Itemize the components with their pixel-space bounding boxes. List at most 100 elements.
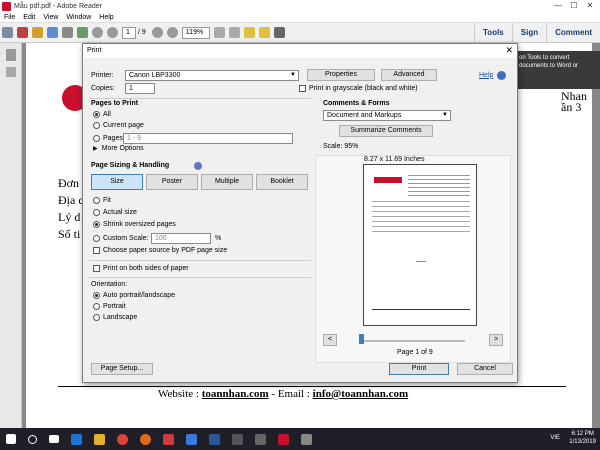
menu-help[interactable]: Help (99, 14, 113, 21)
page-slider-thumb[interactable] (359, 334, 364, 344)
footer-site[interactable]: toannhan.com (202, 388, 269, 400)
app-icon[interactable] (255, 433, 266, 445)
next-page-button[interactable]: > (489, 334, 503, 346)
pages-radio[interactable] (93, 135, 100, 142)
print-icon[interactable] (62, 27, 73, 38)
file-explorer-icon[interactable] (94, 433, 105, 445)
size-tab[interactable]: Size (91, 174, 143, 190)
triangle-right-icon[interactable]: ▶ (93, 145, 98, 152)
properties-button[interactable]: Properties (307, 69, 375, 81)
windows-start-icon[interactable] (6, 434, 16, 444)
zoom-out-icon[interactable] (151, 27, 163, 38)
actual-size-label: Actual size (103, 209, 137, 216)
search-icon[interactable] (28, 434, 37, 444)
both-sides-checkbox[interactable] (93, 265, 100, 272)
app-icon[interactable] (232, 433, 243, 445)
grayscale-checkbox[interactable] (299, 85, 306, 92)
menu-window[interactable]: Window (66, 14, 91, 21)
portrait-radio[interactable] (93, 303, 100, 310)
landscape-radio[interactable] (93, 314, 100, 321)
sign-button[interactable]: Sign (511, 23, 546, 43)
page-down-icon[interactable] (107, 27, 118, 38)
fit-width-icon[interactable] (228, 27, 240, 38)
custom-scale-input[interactable]: 100 (151, 233, 211, 244)
preview-mark (416, 261, 426, 262)
open-icon[interactable] (2, 27, 13, 38)
all-radio[interactable] (93, 111, 100, 118)
chrome-icon[interactable] (117, 433, 128, 445)
printer-label: Printer: (91, 71, 114, 79)
preview-logo (374, 177, 402, 183)
help-icon[interactable] (497, 70, 507, 80)
attachments-icon[interactable] (5, 67, 16, 77)
navigation-pane (0, 43, 22, 428)
dialog-title: Print (87, 47, 102, 54)
word-icon[interactable] (209, 433, 220, 445)
edge-icon[interactable] (71, 433, 82, 445)
firefox-icon[interactable] (140, 433, 151, 445)
custom-scale-radio[interactable] (93, 235, 100, 242)
fit-radio[interactable] (93, 197, 100, 204)
page-slider-track[interactable] (361, 340, 465, 342)
email-icon[interactable] (77, 27, 88, 38)
paper-source-checkbox[interactable] (93, 247, 100, 254)
more-options-toggle[interactable]: More Options (102, 145, 144, 152)
app-icon[interactable] (301, 433, 312, 445)
thumbnails-icon[interactable] (5, 49, 16, 61)
current-page-radio[interactable] (93, 122, 100, 129)
poster-tab[interactable]: Poster (146, 174, 198, 190)
cloud-icon[interactable] (47, 27, 58, 38)
shrink-label: Shrink oversized pages (103, 221, 176, 228)
create-pdf-icon[interactable] (17, 27, 28, 38)
edit-icon[interactable] (32, 27, 43, 38)
fit-page-icon[interactable] (213, 27, 225, 38)
footer-rule (58, 386, 566, 387)
booklet-tab[interactable]: Booklet (256, 174, 308, 190)
actual-size-radio[interactable] (93, 209, 100, 216)
maximize-button[interactable]: ☐ (566, 0, 582, 12)
adobe-reader-icon[interactable] (278, 433, 289, 445)
highlight-icon[interactable] (258, 27, 270, 38)
page-number-input[interactable]: 1 (122, 26, 136, 39)
minimize-button[interactable]: — (550, 0, 566, 12)
task-view-icon[interactable] (49, 435, 59, 443)
tools-button[interactable]: Tools (474, 23, 512, 43)
zoom-in-icon[interactable] (166, 27, 178, 38)
printer-value: Canon LBP3300 (129, 71, 181, 79)
copies-label: Copies: (91, 85, 115, 92)
page-setup-button[interactable]: Page Setup... (91, 363, 153, 375)
print-button[interactable]: Print (389, 363, 449, 375)
sticky-note-icon[interactable] (243, 27, 255, 38)
dialog-close-button[interactable]: ✕ (505, 45, 513, 56)
zoom-select[interactable]: 119% (181, 26, 210, 39)
cancel-button[interactable]: Cancel (457, 363, 513, 375)
app-icon[interactable] (163, 433, 174, 445)
page-up-icon[interactable] (92, 27, 103, 38)
copies-input[interactable]: 1 (125, 83, 155, 94)
comments-select[interactable]: Document and Markups ▼ (323, 110, 451, 121)
comment-button[interactable]: Comment (546, 23, 600, 43)
sign-pen-icon[interactable] (273, 27, 285, 38)
footer-email[interactable]: info@toannhan.com (313, 388, 409, 400)
title-bar: Mẫu pdf.pdf - Adobe Reader — ☐ ✕ (0, 0, 600, 12)
printer-select[interactable]: Canon LBP3300 ▼ (125, 69, 299, 81)
menu-edit[interactable]: Edit (23, 14, 35, 21)
mail-icon[interactable] (186, 433, 197, 445)
summarize-comments-button[interactable]: Summarize Comments (339, 125, 433, 137)
advanced-button[interactable]: Advanced (381, 69, 437, 81)
prev-page-button[interactable]: < (323, 334, 337, 346)
shrink-radio[interactable] (93, 221, 100, 228)
multiple-tab[interactable]: Multiple (201, 174, 253, 190)
pages-range-input[interactable]: 1 - 9 (123, 133, 293, 144)
taskbar: VIE 6:12 PM 1/13/2019 (0, 428, 600, 450)
preview-body-text (372, 201, 470, 235)
system-tray[interactable]: VIE 6:12 PM 1/13/2019 (550, 430, 596, 446)
menu-view[interactable]: View (43, 14, 58, 21)
info-icon[interactable] (194, 162, 202, 170)
menu-file[interactable]: File (4, 14, 15, 21)
close-window-button[interactable]: ✕ (582, 0, 598, 12)
pages-to-print-title: Pages to Print (91, 100, 139, 107)
auto-orientation-radio[interactable] (93, 292, 100, 299)
language-indicator[interactable]: VIE (550, 434, 560, 442)
help-link[interactable]: Help (479, 72, 493, 79)
